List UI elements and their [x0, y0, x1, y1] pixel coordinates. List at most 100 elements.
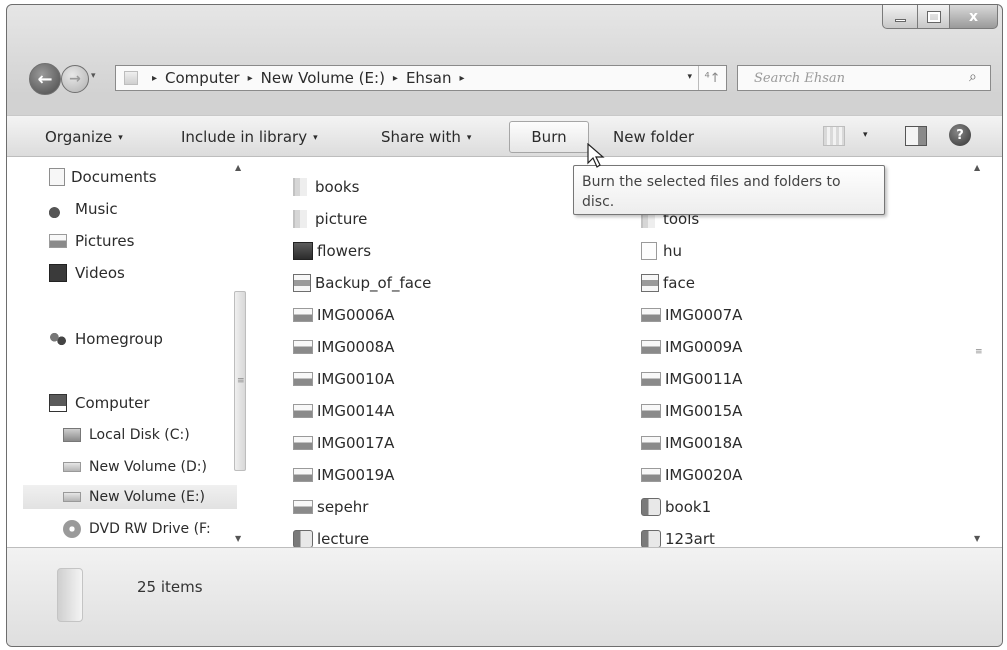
- burn-button[interactable]: Burn: [509, 121, 589, 153]
- image-icon: [293, 468, 313, 482]
- address-row: ← → ▾ ▸ Computer ▸ New Volume (E:) ▸ Ehs…: [7, 61, 1002, 97]
- recent-pages-chevron-icon[interactable]: ▾: [91, 71, 96, 81]
- word-document-icon: [293, 530, 313, 548]
- caption-buttons: x: [882, 5, 998, 31]
- new-folder-button[interactable]: New folder: [613, 128, 694, 146]
- image-icon: [641, 340, 661, 354]
- refresh-button[interactable]: ⁴↑: [698, 66, 726, 90]
- search-input[interactable]: Search Ehsan: [737, 65, 991, 91]
- chevron-down-icon[interactable]: ▾: [863, 130, 868, 140]
- app-icon: [293, 242, 313, 260]
- file-item-img0017a[interactable]: IMG0017A: [293, 431, 394, 455]
- scroll-up-icon[interactable]: ▲: [974, 163, 980, 172]
- organize-menu[interactable]: Organize ▾: [45, 128, 123, 146]
- music-icon: [49, 200, 67, 218]
- sidebar-item-videos[interactable]: Videos: [49, 261, 125, 285]
- image-icon: [293, 372, 313, 386]
- file-item-books[interactable]: books: [293, 175, 359, 199]
- sidebar-item-documents[interactable]: Documents: [49, 165, 157, 189]
- include-in-library-menu[interactable]: Include in library ▾: [181, 128, 318, 146]
- scroll-down-icon[interactable]: ▼: [974, 534, 980, 543]
- item-count: 25 items: [137, 578, 203, 596]
- sidebar-item-dvd-rw-drive[interactable]: DVD RW Drive (F:: [63, 517, 211, 541]
- scroll-down-icon[interactable]: ▼: [235, 534, 241, 543]
- sidebar-scrollbar[interactable]: ▲ ≡ ▼: [233, 161, 247, 545]
- file-item-backup-of-face[interactable]: Backup_of_face: [293, 271, 431, 295]
- sidebar-item-homegroup[interactable]: Homegroup: [49, 327, 163, 351]
- breadcrumb-ehsan[interactable]: Ehsan: [406, 69, 452, 87]
- documents-icon: [49, 168, 65, 186]
- drive-icon: [63, 462, 81, 472]
- forward-arrow-icon: →: [69, 71, 81, 87]
- file-item-picture[interactable]: picture: [293, 207, 367, 231]
- help-icon[interactable]: ?: [949, 124, 971, 146]
- image-icon: [293, 340, 313, 354]
- breadcrumb-computer[interactable]: Computer: [165, 69, 240, 87]
- back-arrow-icon: ←: [37, 68, 53, 90]
- content-area: Documents Music Pictures Videos Homegrou…: [7, 157, 1002, 548]
- search-icon[interactable]: ⌕: [969, 69, 996, 85]
- minimize-button[interactable]: [882, 5, 918, 29]
- image-icon: [641, 468, 661, 482]
- file-item-img0010a[interactable]: IMG0010A: [293, 367, 394, 391]
- sidebar-item-new-volume-e[interactable]: New Volume (E:): [23, 485, 237, 509]
- sidebar-item-music[interactable]: Music: [49, 197, 118, 221]
- homegroup-icon: [49, 330, 67, 348]
- forward-button[interactable]: →: [61, 65, 89, 93]
- local-disk-icon: [63, 428, 81, 442]
- address-bar[interactable]: ▸ Computer ▸ New Volume (E:) ▸ Ehsan ▸ ▾…: [115, 65, 727, 91]
- scrollbar-thumb[interactable]: ≡: [234, 291, 246, 471]
- share-with-menu[interactable]: Share with ▾: [381, 128, 471, 146]
- file-item-face[interactable]: face: [641, 271, 695, 295]
- maximize-button[interactable]: [918, 5, 950, 29]
- sidebar-item-local-disk-c[interactable]: Local Disk (C:): [63, 423, 190, 447]
- file-item-img0008a[interactable]: IMG0008A: [293, 335, 394, 359]
- folder-icon: [293, 210, 307, 228]
- sidebar-item-pictures[interactable]: Pictures: [49, 229, 134, 253]
- scroll-up-icon[interactable]: ▲: [235, 163, 241, 172]
- command-bar: Organize ▾ Include in library ▾ Share with…: [7, 115, 1002, 157]
- computer-icon: [49, 394, 67, 412]
- file-item-img0020a[interactable]: IMG0020A: [641, 463, 742, 487]
- change-view-icon[interactable]: [823, 126, 845, 146]
- breadcrumb-new-volume-e[interactable]: New Volume (E:): [261, 69, 385, 87]
- breadcrumb-separator-icon[interactable]: ▸: [152, 73, 157, 84]
- breadcrumb-separator-icon[interactable]: ▸: [393, 73, 398, 84]
- file-item-img0019a[interactable]: IMG0019A: [293, 463, 394, 487]
- file-item-img0006a[interactable]: IMG0006A: [293, 303, 394, 327]
- image-icon: [641, 404, 661, 418]
- file-item-sepehr[interactable]: sepehr: [293, 495, 368, 519]
- back-button[interactable]: ←: [29, 63, 61, 95]
- image-icon: [293, 404, 313, 418]
- chevron-down-icon: ▾: [313, 132, 318, 143]
- close-button[interactable]: x: [950, 5, 998, 29]
- sidebar-item-computer[interactable]: Computer: [49, 391, 150, 415]
- word-document-icon: [641, 498, 661, 516]
- file-item-img0015a[interactable]: IMG0015A: [641, 399, 742, 423]
- image-icon: [293, 436, 313, 450]
- file-item-hu[interactable]: hu: [641, 239, 682, 263]
- file-item-flowers[interactable]: flowers: [293, 239, 371, 263]
- chevron-down-icon: ▾: [118, 132, 123, 143]
- breadcrumb-separator-icon[interactable]: ▸: [248, 73, 253, 84]
- mouse-cursor-icon: [587, 143, 605, 168]
- file-item-book1[interactable]: book1: [641, 495, 711, 519]
- file-item-img0007a[interactable]: IMG0007A: [641, 303, 742, 327]
- maximize-icon: [926, 10, 941, 23]
- file-item-img0009a[interactable]: IMG0009A: [641, 335, 742, 359]
- sidebar-item-new-volume-d[interactable]: New Volume (D:): [63, 455, 207, 479]
- details-pane: 25 items: [7, 547, 1002, 646]
- videos-icon: [49, 264, 67, 282]
- file-item-img0018a[interactable]: IMG0018A: [641, 431, 742, 455]
- breadcrumb-separator-icon[interactable]: ▸: [459, 73, 464, 84]
- image-icon: [293, 500, 313, 514]
- folder-icon: [124, 71, 138, 85]
- file-list-scrollbar[interactable]: ▲ ≡ ▼: [971, 157, 987, 547]
- minimize-icon: [894, 19, 906, 22]
- address-history-chevron-icon[interactable]: ▾: [687, 72, 692, 82]
- preview-pane-icon[interactable]: [905, 126, 927, 146]
- file-item-img0011a[interactable]: IMG0011A: [641, 367, 742, 391]
- drive-icon: [63, 492, 81, 502]
- grip-icon: ≡: [975, 347, 983, 357]
- file-item-img0014a[interactable]: IMG0014A: [293, 399, 394, 423]
